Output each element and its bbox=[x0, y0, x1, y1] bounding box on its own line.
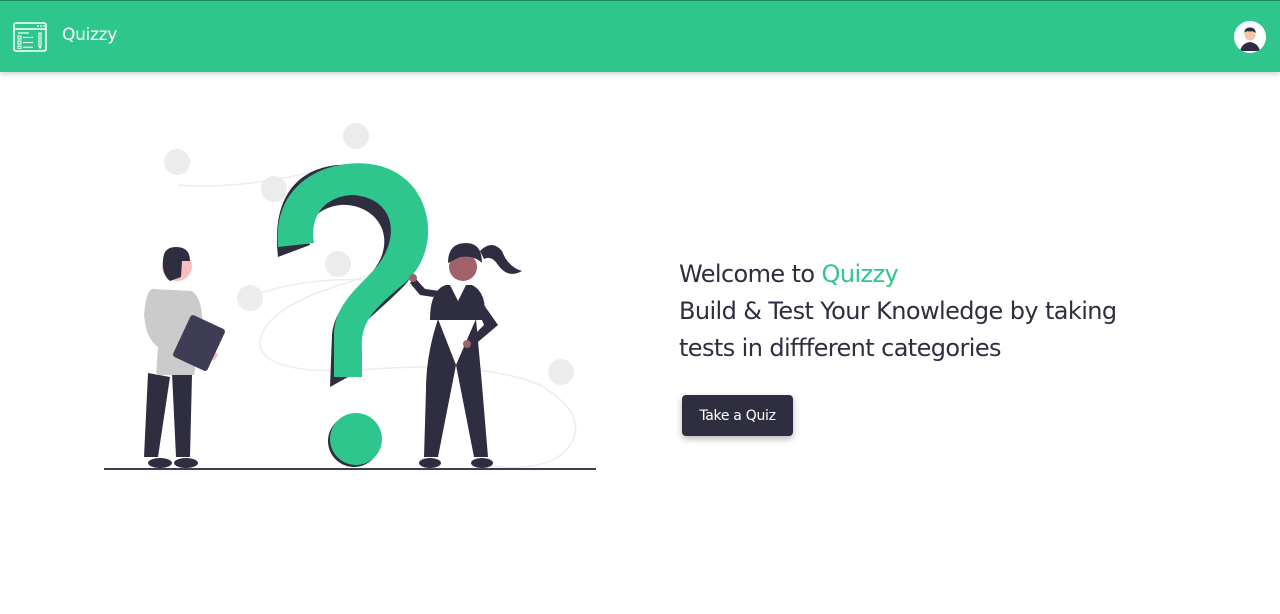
brand-name[interactable]: Quizzy bbox=[62, 25, 117, 45]
hero-tagline-line1: Build & Test Your Knowledge by taking bbox=[679, 297, 1117, 325]
quiz-form-icon[interactable] bbox=[13, 22, 47, 52]
welcome-prefix: Welcome to bbox=[679, 260, 822, 288]
hero-tagline-line2: tests in diffferent categories bbox=[679, 334, 1002, 362]
take-quiz-button[interactable]: Take a Quiz bbox=[682, 395, 793, 436]
welcome-brand: Quizzy bbox=[821, 260, 899, 288]
hero-text: Welcome to Quizzy Build & Test Your Know… bbox=[679, 256, 1199, 367]
question-mark-people-illustration bbox=[104, 123, 596, 470]
user-avatar-button[interactable] bbox=[1234, 21, 1266, 53]
top-navbar: Quizzy bbox=[0, 0, 1280, 72]
hero-welcome-line: Welcome to Quizzy bbox=[679, 256, 1199, 293]
user-avatar-icon bbox=[1234, 21, 1266, 53]
